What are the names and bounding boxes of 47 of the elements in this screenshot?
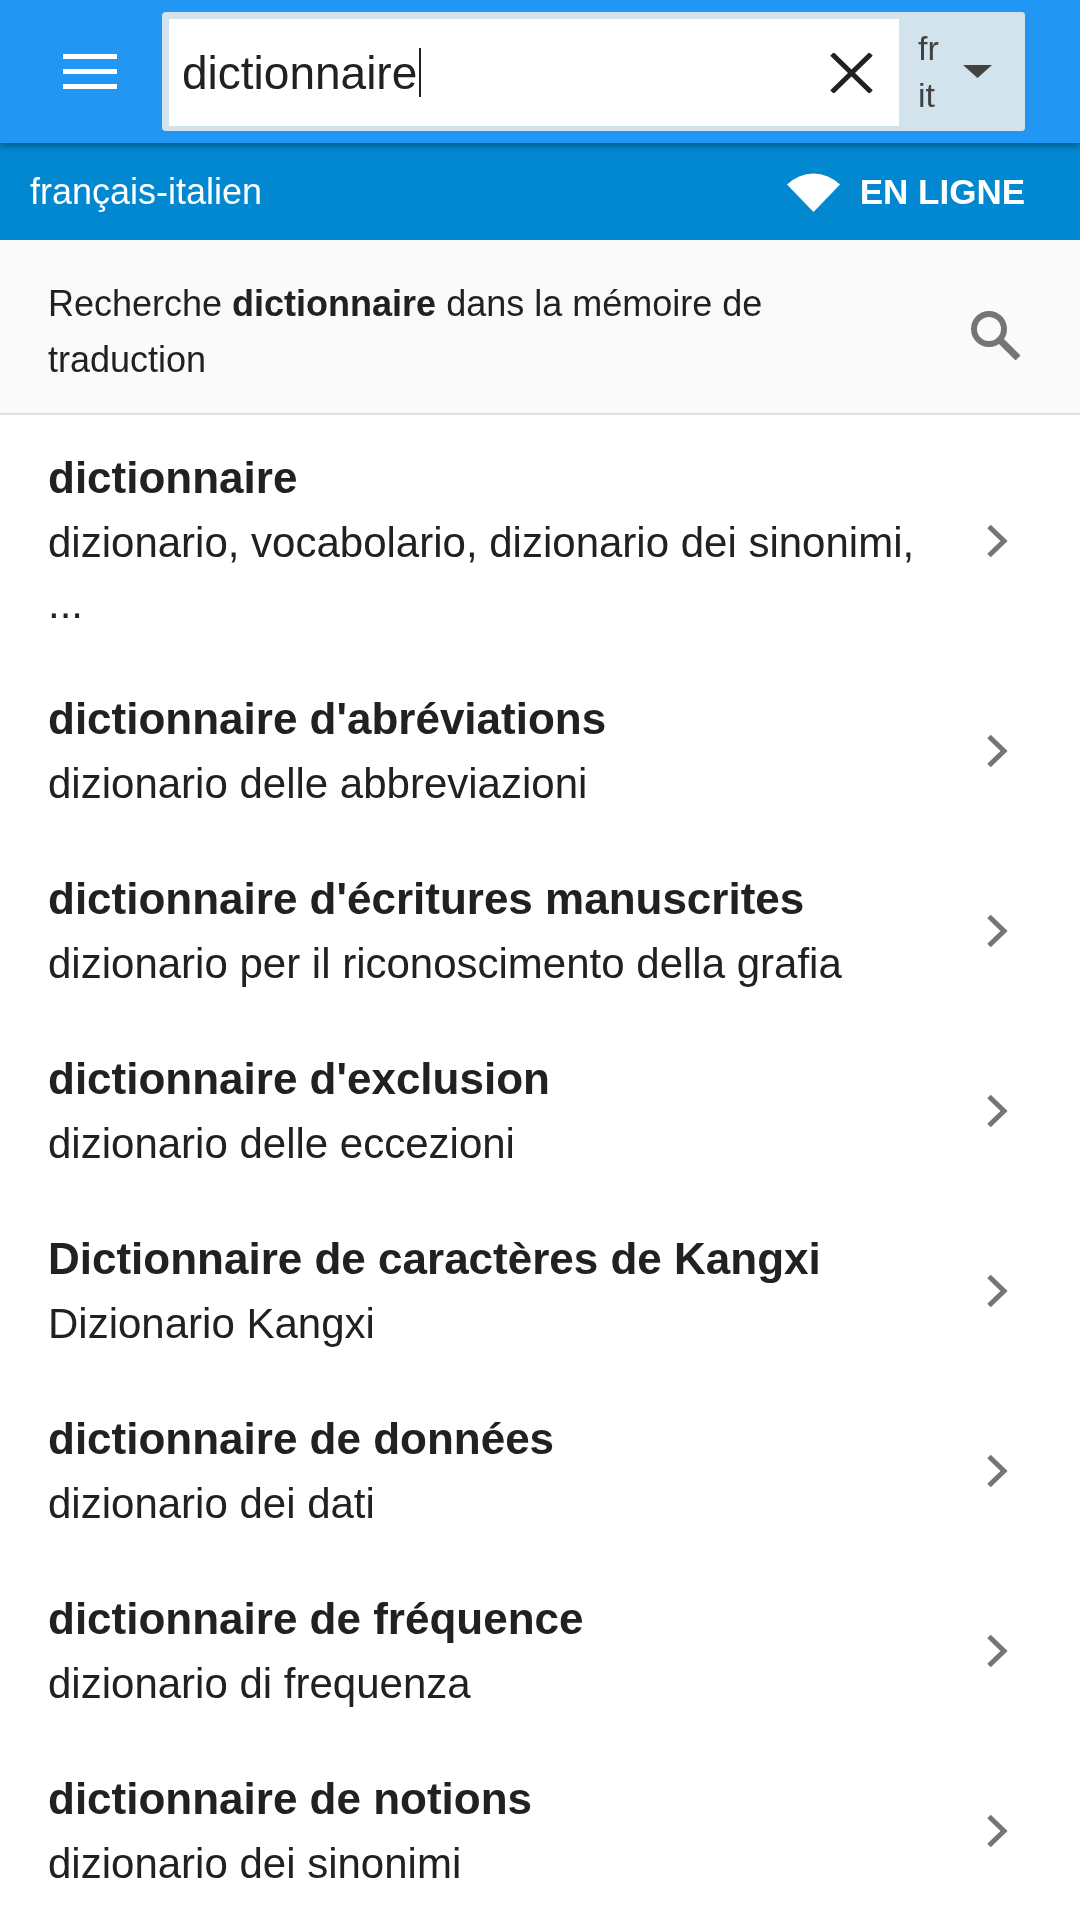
menu-icon [63,54,117,89]
result-translation: Dizionario Kangxi [48,1299,376,1349]
result-item[interactable]: dictionnaire dizionario, vocabolario, dizionario dei sinonimi, ... [0,415,1080,656]
chevron-right-icon [986,1094,1008,1128]
source-language: fr [918,27,939,69]
chevron-right-icon [986,1634,1008,1668]
result-item[interactable]: dictionnaire d'abréviations dizionario delle abbreviazioni [0,656,1080,836]
result-term: dictionnaire de fréquence [48,1593,585,1645]
result-translation: dizionario di frequenza [48,1659,472,1709]
chevron-right-icon [986,914,1008,948]
result-translation: dizionario per il riconoscimento della grafia [48,939,843,989]
search-query: dictionnaire [182,45,418,101]
memory-search-row[interactable]: Recherche dictionnaire dans la mémoire de traduction [0,240,1080,415]
connection-status: EN LIGNE [859,171,1025,212]
dictionary-name: français-italien [30,170,263,213]
chevron-right-icon [986,1454,1008,1488]
result-term: dictionnaire de données [48,1413,556,1465]
result-term: dictionnaire d'abréviations [48,693,608,745]
wifi-icon [786,171,840,212]
target-language: it [918,74,935,116]
result-term: dictionnaire de notions [48,1773,534,1825]
close-icon [830,52,873,93]
result-item[interactable]: dictionnaire de notions dizionario dei sinonimi [0,1736,1080,1916]
search-icon [970,310,1021,360]
result-term: dictionnaire d'exclusion [48,1053,551,1105]
result-translation: dizionario, vocabolario, dizionario dei sinonimi, ... [48,518,916,629]
search-field[interactable]: dictionnaire [169,19,899,126]
caret-icon [962,65,992,78]
result-item[interactable]: dictionnaire de fréquence dizionario di frequenza [0,1556,1080,1736]
memory-search-text: Recherche dictionnaire dans la mémoire de traduction [48,281,764,382]
result-translation: dizionario dei sinonimi [48,1839,463,1889]
chevron-right-icon [986,734,1008,768]
chevron-right-icon [986,1274,1008,1308]
result-term: dictionnaire d'écritures manuscrites [48,873,806,925]
result-translation: dizionario delle eccezioni [48,1119,516,1169]
chevron-right-icon [986,1814,1008,1848]
result-item[interactable]: dictionnaire de données dizionario dei dati [0,1376,1080,1556]
result-translation: dizionario dei dati [48,1479,376,1529]
menu-button[interactable] [63,54,117,89]
result-item[interactable]: dictionnaire d'écritures manuscrites dizionario per il riconoscimento della grafia [0,836,1080,1016]
result-term: Dictionnaire de caractères de Kangxi [48,1233,822,1285]
result-item[interactable]: Dictionnaire de caractères de Kangxi Dizionario Kangxi [0,1196,1080,1376]
clear-button[interactable] [830,52,873,93]
result-term: dictionnaire [48,452,299,504]
result-translation: dizionario delle abbreviazioni [48,759,589,809]
result-item[interactable]: dictionnaire d'exclusion dizionario delle eccezioni [0,1016,1080,1196]
chevron-right-icon [986,523,1008,558]
